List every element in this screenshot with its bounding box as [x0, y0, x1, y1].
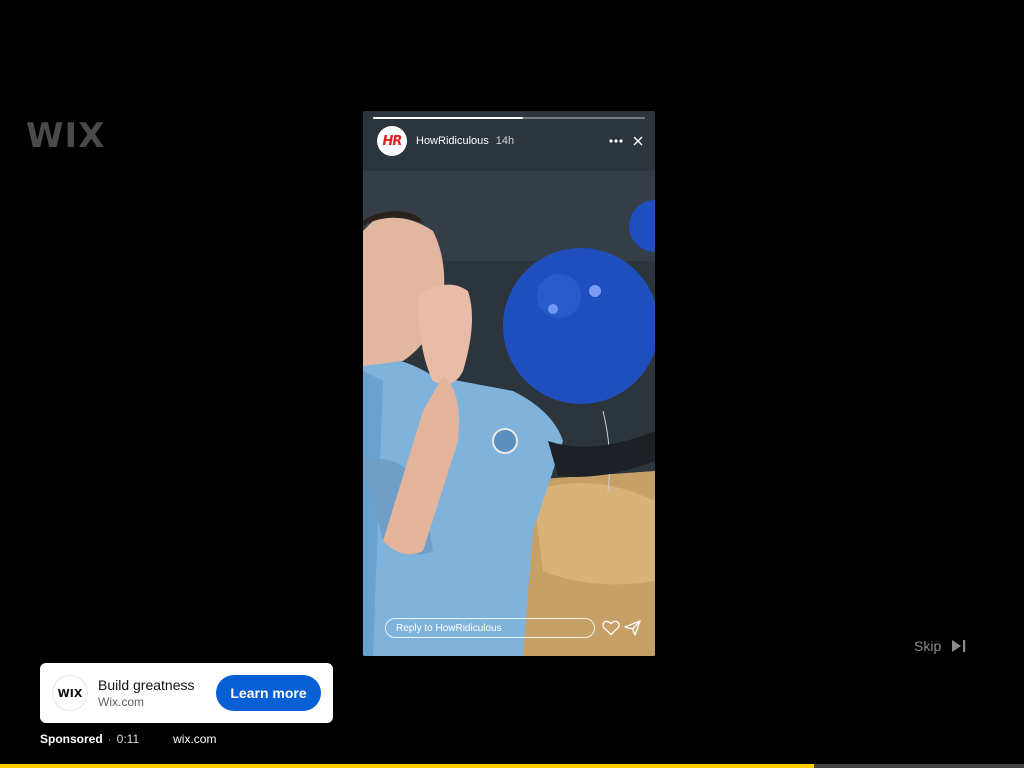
story-scene: [363, 111, 655, 656]
story-header: HR HowRidiculous 14h: [377, 125, 647, 157]
wix-background-logo: WIX: [26, 116, 106, 156]
learn-more-button[interactable]: Learn more: [216, 675, 321, 711]
heart-icon[interactable]: [602, 620, 620, 636]
close-icon[interactable]: [629, 132, 647, 150]
skip-label: Skip: [914, 638, 942, 654]
skip-button[interactable]: Skip: [914, 636, 967, 656]
story-username[interactable]: HowRidiculous: [416, 135, 489, 147]
story-video[interactable]: HR HowRidiculous 14h: [363, 111, 655, 656]
ad-progress-bar[interactable]: [0, 764, 1024, 768]
send-icon[interactable]: [624, 620, 642, 636]
skip-next-icon: [951, 639, 967, 653]
meta-separator: ·: [107, 732, 112, 746]
reply-input[interactable]: [385, 618, 595, 638]
avatar[interactable]: HR: [377, 126, 407, 156]
ad-time-remaining: 0:11: [116, 732, 140, 746]
ad-domain: Wix.com: [98, 694, 144, 709]
story-timestamp: 14h: [495, 135, 515, 147]
ad-url-link[interactable]: wix.com: [173, 732, 216, 746]
story-progress-fill: [373, 117, 523, 119]
ad-meta: Sponsored · 0:11 wix.com: [40, 731, 216, 747]
story-footer: [385, 617, 645, 639]
story-progress-bar: [373, 117, 645, 119]
sponsored-label: Sponsored: [40, 732, 103, 746]
ad-player: WIX HR HowRidiculous 14h Reply to HowRid…: [0, 0, 1024, 768]
ad-card[interactable]: WIX Build greatness Wix.com Learn more: [40, 663, 333, 723]
ad-progress-fill: [0, 764, 815, 768]
more-horizontal-icon[interactable]: [607, 132, 625, 150]
advertiser-logo[interactable]: WIX: [52, 675, 88, 711]
ad-texts: Build greatness Wix.com: [98, 677, 195, 710]
avatar-logo-text: HR: [382, 133, 403, 149]
ad-title[interactable]: Build greatness: [98, 677, 195, 694]
